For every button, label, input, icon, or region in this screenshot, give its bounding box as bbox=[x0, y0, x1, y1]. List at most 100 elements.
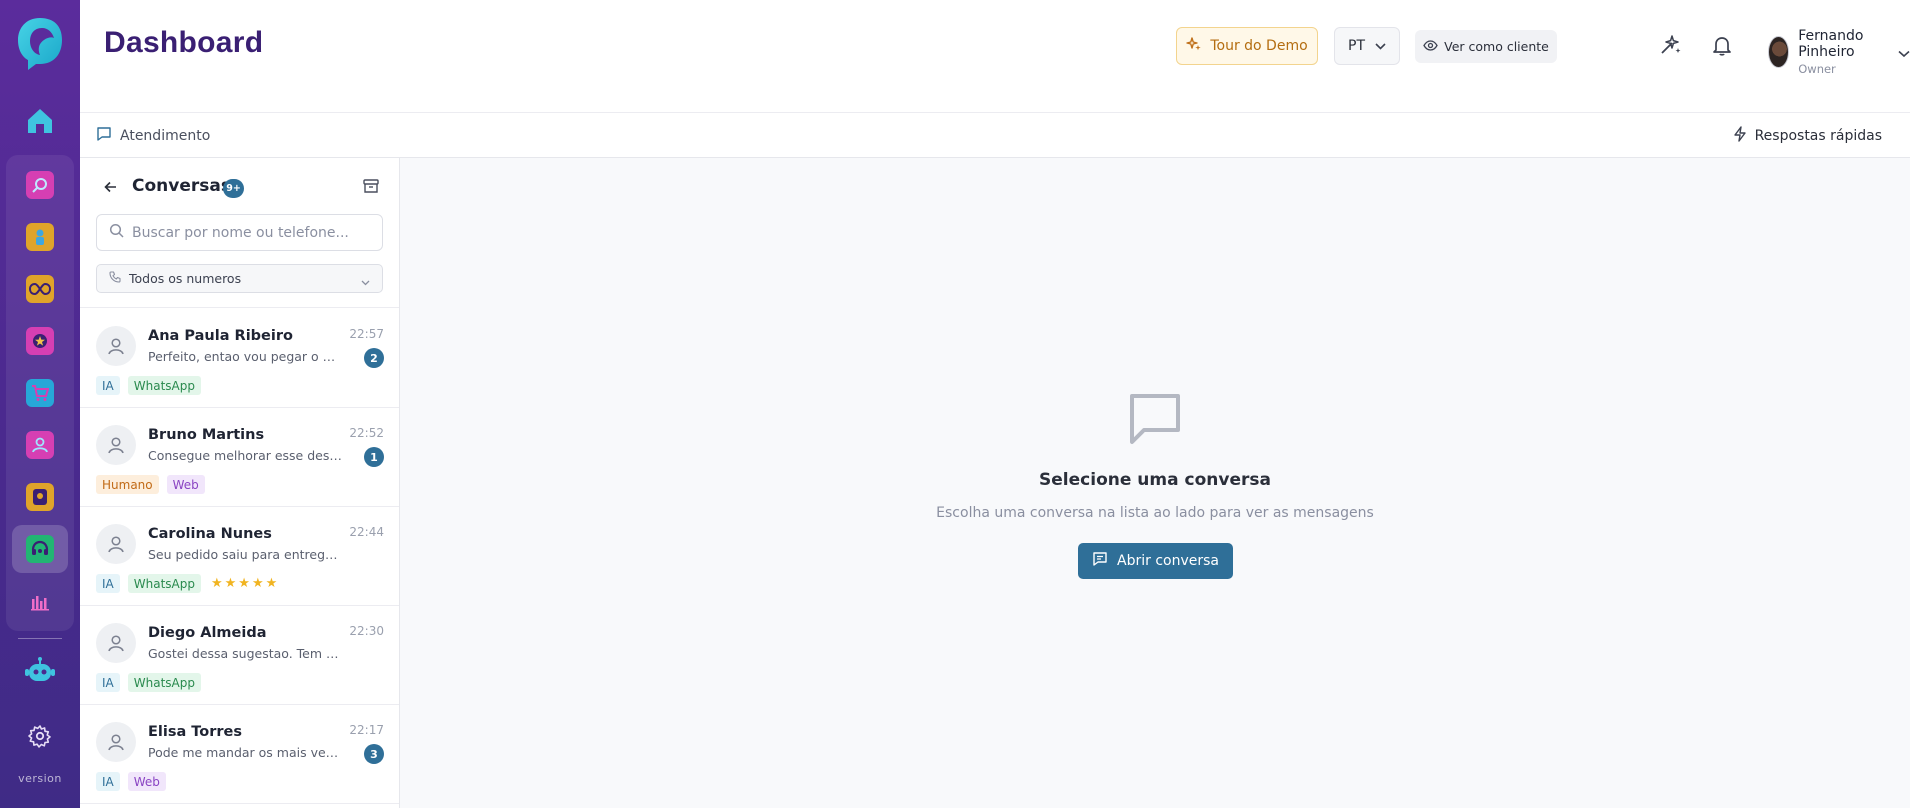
conversation-item[interactable]: Carolina Nunes 22:44 Seu pedido saiu par… bbox=[80, 507, 399, 606]
message-time: 22:44 bbox=[349, 525, 384, 539]
back-arrow-icon[interactable] bbox=[102, 178, 120, 196]
star-badge-app-icon[interactable] bbox=[26, 327, 54, 355]
star-icon: ★ bbox=[224, 576, 237, 591]
contact-name: Bruno Martins bbox=[148, 427, 265, 443]
tag-list: Humano Web bbox=[96, 475, 205, 494]
avatar bbox=[96, 524, 136, 564]
message-preview: Consegue melhorar esse desconto? bbox=[148, 448, 344, 463]
infinity-app-icon[interactable] bbox=[26, 275, 54, 303]
chart-app-icon[interactable] bbox=[26, 588, 54, 616]
avatar bbox=[96, 722, 136, 762]
tag-ia: IA bbox=[96, 772, 120, 791]
user-role: Owner bbox=[1798, 62, 1836, 76]
phone-icon bbox=[109, 271, 121, 286]
conversations-count-badge: 9+ bbox=[223, 179, 244, 198]
breadcrumb-label: Atendimento bbox=[120, 128, 211, 144]
support-app-active[interactable] bbox=[12, 525, 68, 573]
unread-badge: 3 bbox=[364, 744, 384, 764]
tag-ia: IA bbox=[96, 376, 120, 395]
sidebar: version bbox=[0, 0, 80, 808]
star-icon: ★ bbox=[238, 576, 250, 591]
page-title: Dashboard bbox=[104, 26, 264, 59]
pin-app-icon[interactable] bbox=[26, 483, 54, 511]
message-preview: Gostei dessa sugestao. Tem em azul? bbox=[148, 646, 344, 661]
rating-stars: ★ ★ ★ ★ ★ bbox=[211, 577, 277, 590]
star-icon: ★ bbox=[265, 576, 278, 591]
view-as-client-button[interactable]: Ver como cliente bbox=[1415, 30, 1557, 63]
empty-state-title: Selecione uma conversa bbox=[1039, 470, 1271, 490]
contact-name: Elisa Torres bbox=[148, 724, 243, 740]
message-time: 22:52 bbox=[349, 426, 384, 440]
user-info: Fernando Pinheiro Owner bbox=[1798, 28, 1879, 76]
empty-state-subtitle: Escolha uma conversa na lista ao lado pa… bbox=[936, 505, 1374, 521]
top-header: Dashboard Tour do Demo PT Ver como clien… bbox=[80, 0, 1910, 113]
archive-icon[interactable] bbox=[362, 177, 380, 195]
search-field[interactable] bbox=[96, 214, 383, 251]
breadcrumb[interactable]: Atendimento bbox=[96, 126, 210, 146]
tag-list: IA WhatsApp bbox=[96, 376, 201, 395]
tour-demo-button[interactable]: Tour do Demo bbox=[1176, 27, 1318, 65]
avatar bbox=[96, 425, 136, 465]
person-app-icon[interactable] bbox=[26, 223, 54, 251]
chat-icon bbox=[96, 126, 112, 146]
tag-whatsapp: WhatsApp bbox=[127, 673, 201, 692]
bell-icon[interactable] bbox=[1710, 33, 1734, 57]
tag-ia: IA bbox=[96, 673, 120, 692]
search-app-icon[interactable] bbox=[26, 171, 54, 199]
message-time: 22:57 bbox=[349, 327, 384, 341]
view-as-client-label: Ver como cliente bbox=[1444, 39, 1549, 54]
tag-whatsapp: WhatsApp bbox=[127, 574, 201, 593]
user-menu[interactable]: Fernando Pinheiro Owner bbox=[1768, 28, 1910, 76]
conversation-item[interactable]: Elisa Torres 22:17 Pode me mandar os mai… bbox=[80, 705, 399, 804]
conversations-header: Conversas 9+ Todos os numeros bbox=[80, 158, 399, 308]
tag-web: Web bbox=[166, 475, 205, 494]
message-preview: Seu pedido saiu para entrega hoje bbox=[148, 547, 344, 562]
robot-icon[interactable] bbox=[24, 656, 56, 688]
unread-badge: 1 bbox=[364, 447, 384, 467]
search-input[interactable] bbox=[132, 224, 372, 241]
tag-list: IA WhatsApp bbox=[96, 673, 201, 692]
user-app-icon[interactable] bbox=[26, 431, 54, 459]
message-square-icon bbox=[1092, 551, 1108, 571]
tag-list: IA Web bbox=[96, 772, 166, 791]
tag-whatsapp: WhatsApp bbox=[127, 376, 201, 395]
magic-wand-icon[interactable] bbox=[1658, 33, 1682, 57]
support-app-icon bbox=[26, 535, 54, 563]
version-label: version bbox=[18, 772, 62, 785]
tag-humano: Humano bbox=[96, 475, 159, 494]
conversation-item[interactable]: Bruno Martins 22:52 Consegue melhorar es… bbox=[80, 408, 399, 507]
number-filter-select[interactable]: Todos os numeros bbox=[96, 264, 383, 293]
unread-badge: 2 bbox=[364, 348, 384, 368]
chevron-down-icon bbox=[1898, 43, 1910, 62]
contact-name: Ana Paula Ribeiro bbox=[148, 328, 293, 344]
tag-web: Web bbox=[127, 772, 166, 791]
avatar bbox=[1768, 36, 1790, 68]
lightning-icon bbox=[1733, 126, 1747, 146]
tag-ia: IA bbox=[96, 574, 120, 593]
conversation-item[interactable]: Ana Paula Ribeiro 22:57 Perfeito, entao … bbox=[80, 309, 399, 408]
open-conversation-button[interactable]: Abrir conversa bbox=[1078, 543, 1233, 579]
avatar bbox=[96, 623, 136, 663]
sparkles-icon bbox=[1186, 36, 1202, 56]
message-preview: Pode me mandar os mais vendidos? bbox=[148, 745, 344, 760]
avatar bbox=[96, 326, 136, 366]
quick-replies-button[interactable]: Respostas rápidas bbox=[1733, 126, 1882, 146]
gear-icon[interactable] bbox=[28, 724, 52, 748]
logo-icon[interactable] bbox=[14, 14, 66, 72]
sidebar-divider bbox=[18, 638, 62, 639]
contact-name: Carolina Nunes bbox=[148, 526, 272, 542]
eye-icon bbox=[1423, 39, 1438, 54]
contact-name: Diego Almeida bbox=[148, 625, 267, 641]
cart-app-icon[interactable] bbox=[26, 379, 54, 407]
message-time: 22:30 bbox=[349, 624, 384, 638]
language-select[interactable]: PT bbox=[1334, 27, 1400, 65]
chat-bubble-icon bbox=[1126, 390, 1184, 448]
tag-list: IA WhatsApp ★ ★ ★ ★ ★ bbox=[96, 574, 277, 593]
chevron-down-icon bbox=[361, 274, 370, 289]
conversation-item[interactable]: Diego Almeida 22:30 Gostei dessa sugesta… bbox=[80, 606, 399, 705]
conversations-title: Conversas bbox=[132, 176, 231, 196]
home-icon[interactable] bbox=[24, 105, 56, 137]
user-name: Fernando Pinheiro bbox=[1798, 28, 1864, 60]
conversation-view: Selecione uma conversa Escolha uma conve… bbox=[400, 158, 1910, 808]
search-icon bbox=[109, 223, 124, 242]
